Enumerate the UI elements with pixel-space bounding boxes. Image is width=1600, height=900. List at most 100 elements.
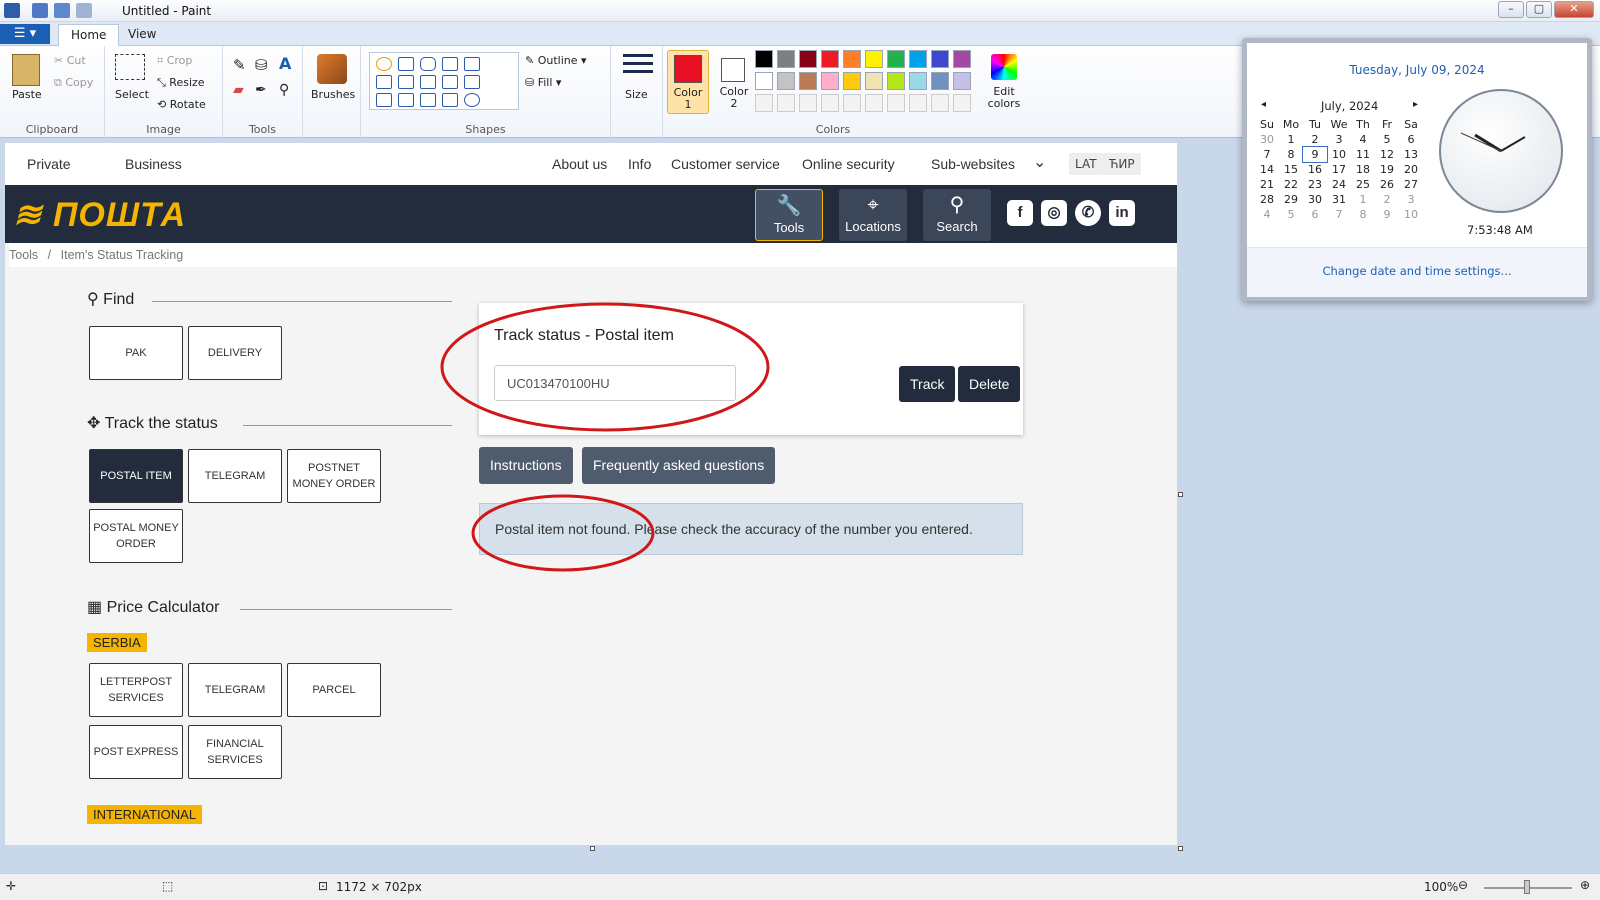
paste-icon[interactable] [12, 54, 40, 86]
palette-swatch[interactable] [865, 50, 883, 68]
size-icon[interactable] [623, 54, 653, 78]
calendar-day[interactable]: 7 [1255, 147, 1279, 162]
save-icon[interactable] [32, 3, 48, 18]
calendar-day[interactable]: 13 [1399, 147, 1423, 162]
rotate-button[interactable]: ⟲ Rotate [157, 98, 206, 111]
canvas-resize-handle-right[interactable] [1178, 492, 1183, 497]
palette-swatch[interactable] [865, 72, 883, 90]
calendar-day[interactable]: 5 [1375, 132, 1399, 147]
calendar-day[interactable]: 22 [1279, 177, 1303, 192]
crop-button[interactable]: ⌗ Crop [157, 54, 192, 68]
calendar-day[interactable]: 23 [1303, 177, 1327, 192]
zoom-slider-thumb[interactable] [1524, 880, 1530, 894]
palette-swatch[interactable] [909, 72, 927, 90]
cut-button[interactable]: ✂ Cut [54, 54, 86, 67]
calendar-day[interactable]: 10 [1327, 147, 1351, 162]
calendar-day[interactable]: 6 [1303, 207, 1327, 222]
file-menu-button[interactable]: ☰ ▾ [0, 24, 50, 44]
palette-custom-slot[interactable] [843, 94, 861, 112]
palette-swatch[interactable] [931, 72, 949, 90]
canvas-resize-handle-bottom[interactable] [590, 846, 595, 851]
calendar-day[interactable]: 18 [1351, 162, 1375, 177]
calendar-day[interactable]: 25 [1351, 177, 1375, 192]
calendar-day[interactable]: 16 [1303, 162, 1327, 177]
calendar-month[interactable]: July, 2024 [1321, 99, 1378, 113]
color2-button[interactable]: Color 2 [715, 50, 755, 114]
palette-swatch[interactable] [931, 50, 949, 68]
palette-custom-slot[interactable] [909, 94, 927, 112]
resize-button[interactable]: ⤡ Resize [157, 76, 205, 90]
hexagon-shape-icon[interactable] [442, 75, 458, 89]
fill-dropdown[interactable]: ⛁ Fill ▾ [525, 76, 561, 89]
next-month-arrow-icon[interactable]: ▸ [1413, 99, 1418, 110]
calendar-day[interactable]: 3 [1327, 132, 1351, 147]
eraser-icon[interactable]: ▰ [233, 82, 244, 98]
calendar-day[interactable]: 10 [1399, 207, 1423, 222]
calendar-day[interactable]: 15 [1279, 162, 1303, 177]
calendar-day[interactable]: 4 [1255, 207, 1279, 222]
calendar-day[interactable]: 19 [1375, 162, 1399, 177]
palette-custom-slot[interactable] [821, 94, 839, 112]
palette-swatch[interactable] [887, 72, 905, 90]
zoom-in-icon[interactable]: ⊕ [1580, 878, 1590, 892]
edit-colors-button[interactable]: Edit colors [981, 50, 1025, 116]
calendar-day[interactable]: 30 [1303, 192, 1327, 207]
shapes-gallery[interactable] [369, 52, 519, 110]
callout-shape-icon[interactable] [442, 93, 458, 107]
calendar-day[interactable]: 2 [1303, 132, 1327, 147]
calendar-day[interactable]: 2 [1375, 192, 1399, 207]
palette-custom-slot[interactable] [887, 94, 905, 112]
palette-swatch[interactable] [755, 72, 773, 90]
triangle-shape-icon[interactable] [464, 57, 480, 71]
palette-swatch[interactable] [755, 50, 773, 68]
tab-view[interactable]: View [116, 24, 168, 46]
select-icon[interactable] [115, 54, 145, 80]
palette-custom-slot[interactable] [953, 94, 971, 112]
change-date-time-settings-link[interactable]: Change date and time settings... [1247, 264, 1587, 278]
palette-swatch[interactable] [821, 50, 839, 68]
close-button[interactable]: ✕ [1554, 1, 1594, 18]
star-shape-icon[interactable] [398, 93, 414, 107]
palette-swatch[interactable] [953, 50, 971, 68]
magnifier-icon[interactable]: ⚲ [279, 82, 289, 98]
calendar-day[interactable]: 8 [1351, 207, 1375, 222]
calendar-day[interactable]: 5 [1279, 207, 1303, 222]
calendar-day[interactable]: 3 [1399, 192, 1423, 207]
outline-dropdown[interactable]: ✎ Outline ▾ [525, 54, 587, 67]
oval-shape-icon[interactable] [376, 57, 392, 71]
calendar-day[interactable]: 9 [1302, 146, 1328, 163]
diamond-shape-icon[interactable] [398, 75, 414, 89]
rounded-rect-shape-icon[interactable] [420, 57, 436, 71]
pasted-webpage-image[interactable]: Private Business About us Info Customer … [5, 143, 1177, 845]
calendar-day[interactable]: 8 [1279, 147, 1303, 162]
tab-home[interactable]: Home [58, 24, 120, 46]
palette-custom-slot[interactable] [865, 94, 883, 112]
calendar-day[interactable]: 26 [1375, 177, 1399, 192]
brushes-icon[interactable] [317, 54, 347, 84]
right-triangle-shape-icon[interactable] [376, 75, 392, 89]
calendar-day[interactable]: 1 [1279, 132, 1303, 147]
calendar-day[interactable]: 12 [1375, 147, 1399, 162]
star5-shape-icon[interactable] [420, 93, 436, 107]
size-button[interactable]: Size [625, 88, 648, 101]
palette-custom-slot[interactable] [799, 94, 817, 112]
palette-swatch[interactable] [821, 72, 839, 90]
palette-swatch[interactable] [843, 72, 861, 90]
calendar-day[interactable]: 6 [1399, 132, 1423, 147]
calendar-day[interactable]: 4 [1351, 132, 1375, 147]
calendar-day[interactable]: 7 [1327, 207, 1351, 222]
pentagon-shape-icon[interactable] [420, 75, 436, 89]
palette-swatch[interactable] [777, 50, 795, 68]
color-picker-icon[interactable]: ✒ [255, 82, 267, 98]
palette-swatch[interactable] [799, 50, 817, 68]
calendar-day[interactable]: 11 [1351, 147, 1375, 162]
polygon-shape-icon[interactable] [442, 57, 458, 71]
clock-date-link[interactable]: Tuesday, July 09, 2024 [1247, 63, 1587, 77]
palette-custom-slot[interactable] [777, 94, 795, 112]
copy-button[interactable]: ⧉ Copy [54, 76, 93, 90]
calendar-day[interactable]: 21 [1255, 177, 1279, 192]
undo-icon[interactable] [54, 3, 70, 18]
down-arrow-shape-icon[interactable] [376, 93, 392, 107]
fill-bucket-icon[interactable]: ⛁ [255, 56, 268, 74]
maximize-button[interactable]: ▢ [1526, 1, 1552, 18]
